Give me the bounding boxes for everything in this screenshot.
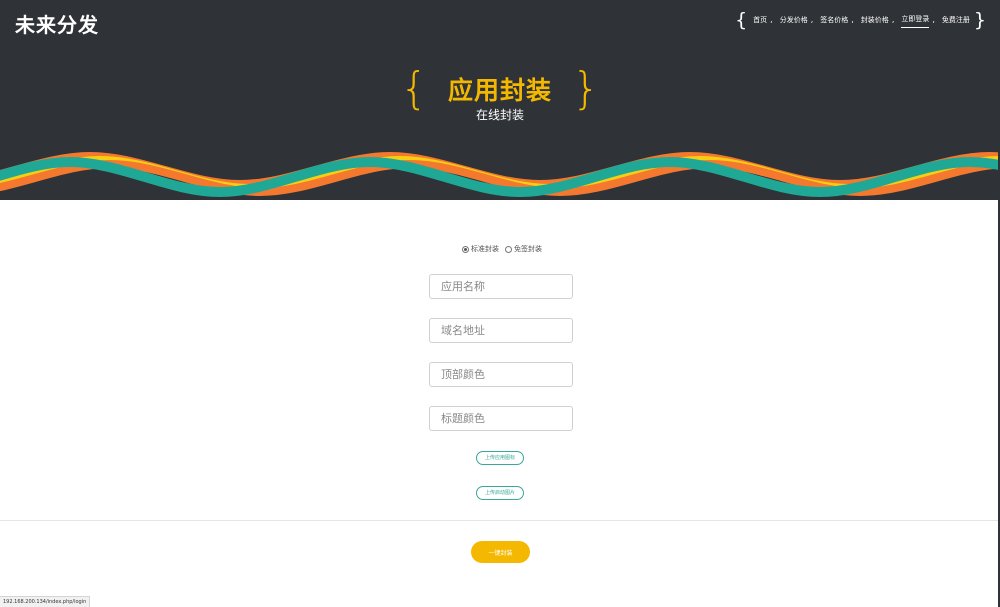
nav-separator: , xyxy=(932,15,935,24)
radio-label: 标准封装 xyxy=(471,245,499,253)
nav-separator: , xyxy=(770,15,773,24)
header-banner: 未来分发 { 首页 , 分发价格 , 签名价格 , 封装价格 , 立即登录 , … xyxy=(0,0,1000,200)
nav-brace-left: { xyxy=(735,9,748,31)
nav-item-packaging-pricing[interactable]: 封装价格 xyxy=(861,13,889,28)
hero-brace-left: { xyxy=(399,63,428,114)
nav-item-distribution-pricing[interactable]: 分发价格 xyxy=(780,13,808,28)
page-title: 应用封装 xyxy=(447,76,552,105)
upload-app-icon-button[interactable]: 上传应用图标 xyxy=(476,451,524,465)
nav-separator: , xyxy=(891,15,895,24)
hero-brace-right: } xyxy=(572,63,600,114)
top-nav: { 首页 , 分发价格 , 签名价格 , 封装价格 , 立即登录 , 免费注册 … xyxy=(735,10,986,30)
nav-item-home[interactable]: 首页 xyxy=(753,13,767,28)
nav-separator: , xyxy=(810,15,814,24)
radio-label: 免签封装 xyxy=(514,245,542,253)
domain-address-input[interactable] xyxy=(429,318,573,343)
nav-separator: , xyxy=(851,15,854,24)
section-divider xyxy=(0,520,1000,521)
upload-splash-image-button[interactable]: 上传启动图片 xyxy=(476,486,524,500)
nav-item-register[interactable]: 免费注册 xyxy=(942,13,970,28)
radio-checked-icon[interactable] xyxy=(462,245,469,253)
title-color-input[interactable] xyxy=(429,406,573,431)
one-click-package-button[interactable]: 一键封装 xyxy=(471,541,530,563)
packaging-mode-group: 标准封装 免签封装 xyxy=(462,244,548,254)
page-subtitle: 在线封装 xyxy=(475,108,524,122)
nav-item-login[interactable]: 立即登录 xyxy=(901,12,930,28)
nav-item-signing-pricing[interactable]: 签名价格 xyxy=(820,13,848,28)
radio-standard-packaging[interactable]: 标准封装 xyxy=(462,244,499,254)
app-name-input[interactable] xyxy=(429,274,573,299)
nav-brace-right: } xyxy=(973,9,986,31)
decorative-waves xyxy=(0,151,1000,198)
site-logo[interactable]: 未来分发 xyxy=(15,9,99,38)
top-color-input[interactable] xyxy=(429,362,573,387)
radio-unchecked-icon[interactable] xyxy=(505,245,512,253)
status-bar-url: 192.168.200.134/index.php/login xyxy=(0,596,91,607)
radio-free-signing-packaging[interactable]: 免签封装 xyxy=(505,244,542,254)
